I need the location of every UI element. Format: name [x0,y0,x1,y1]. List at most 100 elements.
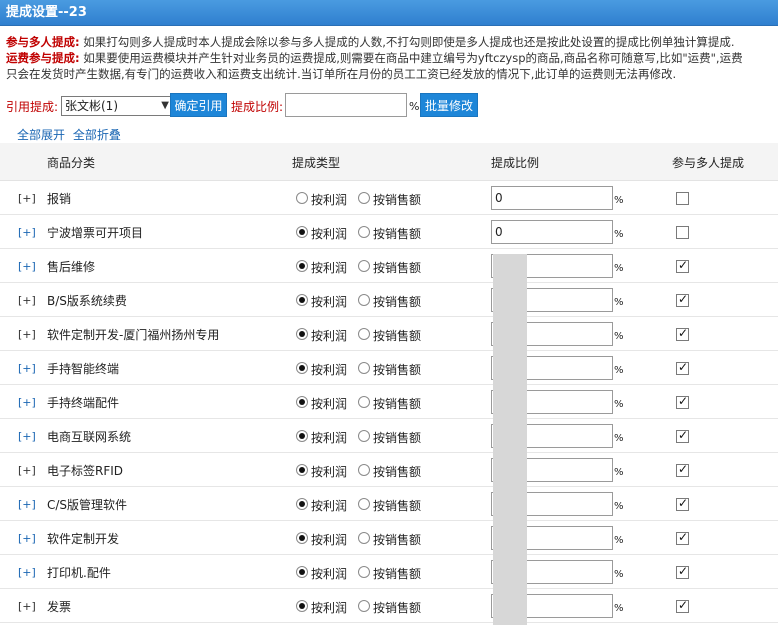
rate-percent: % [614,195,624,206]
by-sales-label: 按销售额 [373,601,422,615]
expand-toggle[interactable]: [+] [18,328,36,341]
by-sales-label: 按销售额 [373,261,422,275]
multi-commission-checkbox[interactable] [676,598,689,613]
multi-commission-checkbox[interactable] [676,428,689,443]
by-profit-label: 按利润 [311,295,348,309]
rate-percent: % [614,501,624,512]
expand-toggle[interactable]: [+] [18,600,36,613]
multi-commission-checkbox[interactable] [676,564,689,579]
by-profit-label: 按利润 [311,601,348,615]
category-name: 打印机.配件 [47,566,111,580]
by-sales-radio[interactable] [358,396,370,408]
ref-employee-select[interactable]: 张文彬(1) ▼ [61,96,173,116]
by-profit-radio[interactable] [296,532,308,544]
by-sales-radio[interactable] [358,566,370,578]
batch-modify-button[interactable]: 批量修改 [420,93,478,117]
expand-toggle[interactable]: [+] [18,192,36,205]
by-sales-radio[interactable] [358,532,370,544]
freight-note: 运费参与提成: 如果要使用运费模块并产生针对业务员的运费提成,则需要在商品中建立… [6,50,772,66]
by-sales-label: 按销售额 [373,533,422,547]
table-row: [+] 打印机.配件 按利润 按销售额% [0,555,778,589]
by-profit-radio[interactable] [296,396,308,408]
by-profit-radio[interactable] [296,362,308,374]
by-sales-label: 按销售额 [373,567,422,581]
by-sales-radio[interactable] [358,362,370,374]
rate-percent: % [614,569,624,580]
rate-input[interactable]: 0 [491,220,613,244]
expand-toggle[interactable]: [+] [18,464,36,477]
ref-employee-selected: 张文彬(1) [65,99,118,113]
by-sales-label: 按销售额 [373,363,422,377]
expand-toggle[interactable]: [+] [18,566,36,579]
by-sales-radio[interactable] [358,226,370,238]
chevron-down-icon: ▼ [161,100,169,111]
by-sales-radio[interactable] [358,294,370,306]
rate-input[interactable]: 0 [491,186,613,210]
rate-percent: % [614,229,624,240]
commission-table: 商品分类 提成类型 提成比例 参与多人提成 [+] 报销 按利润 按销售额 0% [+] 宁… [0,143,778,623]
by-profit-radio[interactable] [296,498,308,510]
rate-percent: % [614,365,624,376]
by-profit-label: 按利润 [311,567,348,581]
table-row: [+] 软件定制开发 按利润 按销售额% [0,521,778,555]
by-sales-radio[interactable] [358,260,370,272]
by-sales-radio[interactable] [358,192,370,204]
by-profit-radio[interactable] [296,260,308,272]
rate-label: 提成比例: [231,100,284,114]
by-sales-radio[interactable] [358,600,370,612]
by-profit-radio[interactable] [296,328,308,340]
by-sales-label: 按销售额 [373,227,422,241]
by-sales-label: 按销售额 [373,397,422,411]
by-profit-radio[interactable] [296,600,308,612]
by-sales-radio[interactable] [358,464,370,476]
multi-commission-checkbox[interactable] [676,226,689,239]
multi-commission-checkbox[interactable] [676,462,689,477]
expand-toggle[interactable]: [+] [18,498,36,511]
expand-toggle[interactable]: [+] [18,294,36,307]
multi-commission-checkbox[interactable] [676,258,689,273]
page-title: 提成设置--23 [0,0,778,26]
by-sales-radio[interactable] [358,430,370,442]
by-sales-label: 按销售额 [373,465,422,479]
multi-commission-checkbox[interactable] [676,326,689,341]
batch-rate-input[interactable] [285,93,407,117]
multi-note-text: 如果打勾则多人提成时本人提成会除以参与多人提成的人数,不打勾则即使是多人提成也还… [83,35,735,49]
expand-toggle[interactable]: [+] [18,532,36,545]
table-header: 商品分类 提成类型 提成比例 参与多人提成 [0,143,778,181]
expand-all-link[interactable]: 全部展开 [17,128,65,142]
by-sales-radio[interactable] [358,498,370,510]
by-profit-radio[interactable] [296,294,308,306]
multi-commission-checkbox[interactable] [676,360,689,375]
by-profit-radio[interactable] [296,226,308,238]
collapse-all-link[interactable]: 全部折叠 [73,128,121,142]
expand-toggle[interactable]: [+] [18,226,36,239]
category-name: 电商互联网系统 [47,430,132,444]
table-row: [+] 软件定制开发-厦门福州扬州专用 按利润 按销售额% [0,317,778,351]
confirm-reference-button[interactable]: 确定引用 [170,93,227,117]
header-category: 商品分类 [47,156,96,170]
by-profit-label: 按利润 [311,363,348,377]
multi-commission-checkbox[interactable] [676,496,689,511]
expand-toggle[interactable]: [+] [18,430,36,443]
category-name: C/S版管理软件 [47,498,128,512]
table-row: [+] 宁波增票可开项目 按利润 按销售额 0% [0,215,778,249]
by-profit-label: 按利润 [311,533,348,547]
multi-commission-checkbox[interactable] [676,530,689,545]
multi-commission-checkbox[interactable] [676,292,689,307]
header-type: 提成类型 [292,156,341,170]
by-profit-radio[interactable] [296,464,308,476]
category-name: 发票 [47,600,72,614]
table-row: [+] 手持智能终端 按利润 按销售额% [0,351,778,385]
expand-toggle[interactable]: [+] [18,260,36,273]
category-name: 手持终端配件 [47,396,120,410]
by-profit-radio[interactable] [296,430,308,442]
by-sales-radio[interactable] [358,328,370,340]
rate-percent: % [614,535,624,546]
by-profit-label: 按利润 [311,227,348,241]
expand-toggle[interactable]: [+] [18,362,36,375]
multi-commission-checkbox[interactable] [676,192,689,205]
expand-toggle[interactable]: [+] [18,396,36,409]
by-profit-radio[interactable] [296,192,308,204]
multi-commission-checkbox[interactable] [676,394,689,409]
by-profit-radio[interactable] [296,566,308,578]
